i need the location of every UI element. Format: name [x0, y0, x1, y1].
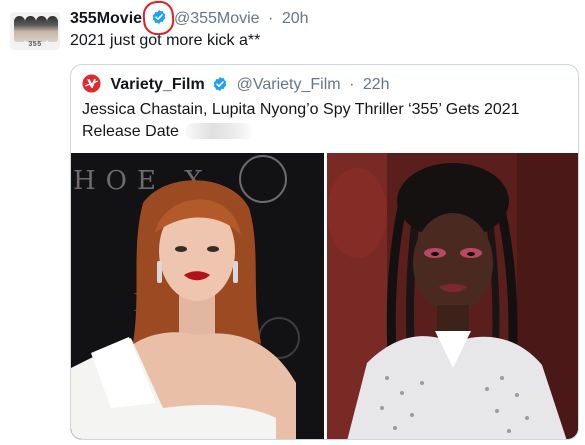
media-grid: HOE X D A	[71, 153, 578, 439]
media-photo-left[interactable]: HOE X D A	[71, 153, 324, 439]
tweet-text: 2021 just got more kick a**	[70, 32, 261, 49]
photo-right-illustration	[327, 153, 578, 439]
verified-badge	[141, 0, 175, 37]
quoted-tweet[interactable]: Variety_Film @Variety_Film · 22h Jessica…	[70, 64, 579, 440]
tweet-header: 355Movie @355Movie · 20h	[70, 0, 309, 37]
avatar[interactable]: 355	[10, 12, 60, 50]
quoted-timestamp[interactable]: 22h	[363, 76, 390, 93]
variety-logo-icon[interactable]	[82, 74, 101, 93]
timestamp[interactable]: 20h	[282, 10, 309, 27]
blurred-region	[184, 123, 253, 139]
quoted-text-line: Jessica Chastain, Lupita Nyong’o Spy Thr…	[82, 101, 520, 118]
quoted-user-handle[interactable]: @Variety_Film	[237, 76, 341, 93]
tweet: 355 355Movie @355Movie · 20h 2021 just g…	[0, 0, 585, 445]
avatar-figure	[36, 16, 47, 42]
quoted-tweet-text: Jessica Chastain, Lupita Nyong’o Spy Thr…	[82, 99, 572, 143]
user-handle[interactable]: @355Movie	[174, 10, 260, 27]
quoted-text-line-2: Release Date	[82, 123, 179, 140]
display-name[interactable]: 355Movie	[70, 10, 142, 27]
verified-badge-icon	[213, 77, 227, 91]
quoted-tweet-header: Variety_Film @Variety_Film · 22h	[82, 74, 390, 96]
photo-left-illustration: HOE X D A	[71, 153, 324, 439]
avatar-figure	[25, 16, 36, 42]
highlight-annotation	[141, 0, 175, 37]
avatar-figure	[47, 16, 58, 42]
separator-dot: ·	[349, 76, 355, 93]
avatar-label: 355	[28, 41, 42, 48]
quoted-text-line: Release Date	[82, 121, 572, 143]
separator-dot: ·	[268, 10, 274, 27]
avatar-figure	[14, 16, 25, 42]
media-photo-right[interactable]	[327, 153, 578, 439]
quoted-display-name[interactable]: Variety_Film	[110, 76, 204, 93]
